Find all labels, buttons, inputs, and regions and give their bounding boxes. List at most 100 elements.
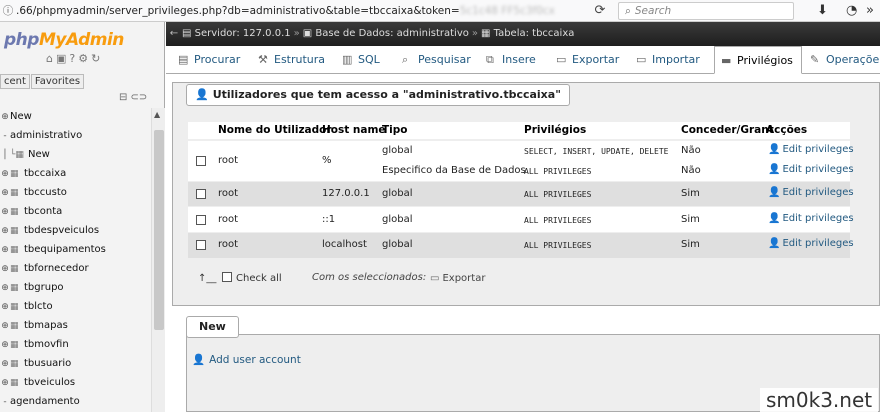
expand-icon[interactable]: ⊕ (0, 222, 10, 240)
collapse-icon[interactable]: - (0, 127, 10, 145)
tree-item-label[interactable]: tbmapas (24, 320, 68, 331)
sidebar-table-item[interactable]: ⊕▦ tbfornecedor (0, 260, 89, 278)
expand-icon[interactable]: ⊕ (0, 336, 10, 354)
expand-icon[interactable]: ⊕ (0, 279, 10, 297)
tree-item-label[interactable]: New (28, 149, 50, 160)
tab-sql[interactable]: ▥ SQL (336, 46, 392, 74)
info-icon[interactable]: ⓘ (0, 2, 16, 20)
breadcrumb-database[interactable]: Base de Dados: administrativo (315, 28, 468, 39)
tree-item-label[interactable]: tbveiculos (24, 377, 75, 388)
scroll-thumb[interactable] (154, 130, 164, 330)
header-grant[interactable]: Conceder/Grant (681, 122, 774, 139)
tab-privileges[interactable]: ▬ Privilégios (714, 46, 802, 74)
sidebar-new-item[interactable]: │ └▦ New (0, 146, 50, 164)
tab-recent[interactable]: cent (0, 74, 30, 89)
check-all-label[interactable]: Check all (236, 273, 282, 284)
expand-icon[interactable]: ⊕ (0, 184, 10, 202)
tree-item-label[interactable]: tblcto (24, 301, 53, 312)
search-input[interactable]: ⌕ Search (618, 2, 794, 20)
download-icon[interactable]: ⬇ (817, 3, 831, 19)
sidebar-table-item[interactable]: ⊕▦ tbgrupo (0, 279, 64, 297)
tree-item-label[interactable]: tbequipamentos (24, 244, 106, 255)
sidebar-database-item[interactable]: - administrativo (0, 127, 82, 145)
reload-nav-icon[interactable]: ↻ (91, 52, 103, 65)
sidebar-table-item[interactable]: ⊕▦ tbveiculos (0, 374, 75, 392)
row-checkbox[interactable] (196, 240, 206, 250)
scrollbar[interactable]: ▲ (151, 108, 165, 412)
breadcrumb-table[interactable]: Tabela: tbccaixa (494, 28, 575, 39)
collapse-icon[interactable]: ⊟ ⊂⊃ (119, 92, 147, 103)
sidebar-table-item[interactable]: ⊕▦ tblcto (0, 298, 53, 316)
edit-privileges-link[interactable]: 👤 Edit privileges (768, 187, 854, 198)
tree-item-label[interactable]: tbfornecedor (24, 263, 89, 274)
tree-item-label[interactable]: tbusuario (24, 358, 71, 369)
url-text: .66/phpmyadmin/server_privileges.php?db=… (16, 5, 460, 17)
edit-privileges-link[interactable]: 👤 Edit privileges (768, 144, 854, 155)
tree-item-label[interactable]: tbgrupo (24, 282, 64, 293)
add-user-account-link[interactable]: 👤 Add user account (192, 353, 301, 366)
tree-item-label[interactable]: tbconta (24, 206, 62, 217)
more-icon[interactable]: » (866, 3, 880, 19)
sidebar-database-item[interactable]: - agendamento (0, 393, 80, 411)
cell-user: root (218, 188, 239, 199)
collapse-icon[interactable]: - (0, 393, 10, 411)
tree-item-label[interactable]: tbccusto (24, 187, 67, 198)
tree-item-label[interactable]: agendamento (10, 396, 80, 407)
sidebar-table-item[interactable]: ⊕▦ tbdespveiculos (0, 222, 99, 240)
header-privileges[interactable]: Privilégios (524, 122, 586, 139)
header-type[interactable]: Tipo (382, 122, 408, 139)
edit-privileges-link[interactable]: 👤 Edit privileges (768, 213, 854, 224)
sidebar-table-item[interactable]: ⊕▦ tbconta (0, 203, 62, 221)
edit-privileges-link[interactable]: 👤 Edit privileges (768, 164, 854, 175)
tab-insert[interactable]: ⧉ Insere (480, 46, 546, 74)
tree-item-label[interactable]: tbmovfin (24, 339, 69, 350)
sidebar-table-item[interactable]: ⊕▦ tbusuario (0, 355, 71, 373)
sidebar-table-item[interactable]: ⊕▦ tbccusto (0, 184, 67, 202)
tree-item-label[interactable]: tbdespveiculos (24, 225, 99, 236)
phpmyadmin-logo[interactable]: phpMyAdmin (4, 30, 124, 50)
tab-browse[interactable]: ▤ Procurar (172, 46, 248, 74)
edit-privileges-link[interactable]: 👤 Edit privileges (768, 238, 854, 249)
sidebar-new-item[interactable]: ⊕New (0, 108, 32, 126)
tree-item-label[interactable]: administrativo (10, 130, 82, 141)
sidebar-table-item[interactable]: ⊕▦ tbequipamentos (0, 241, 106, 259)
expand-icon[interactable]: ⊕ (0, 260, 10, 278)
tab-export[interactable]: ▭ Exportar (550, 46, 626, 74)
row-checkbox[interactable] (196, 215, 206, 225)
expand-icon[interactable]: ⊕ (0, 203, 10, 221)
check-all-checkbox[interactable] (222, 272, 232, 282)
row-checkbox[interactable] (196, 156, 206, 166)
expand-icon[interactable]: ⊕ (0, 298, 10, 316)
sidebar-table-item[interactable]: ⊕▦ tbmovfin (0, 336, 69, 354)
sidebar-table-item[interactable]: ⊕▦ tbmapas (0, 317, 68, 335)
settings-icon[interactable]: ⚙ (78, 52, 91, 65)
with-selected-label: Com os seleccionados: (312, 272, 427, 283)
header-user[interactable]: Nome do Utilizador (218, 122, 332, 139)
back-arrow-icon[interactable]: ← (166, 22, 182, 46)
tab-favorites[interactable]: Favorites (30, 74, 85, 89)
expand-icon[interactable]: ⊕ (0, 165, 10, 183)
scroll-up-icon[interactable]: ▲ (154, 110, 160, 119)
expand-icon[interactable]: ⊕ (0, 317, 10, 335)
row-checkbox[interactable] (196, 189, 206, 199)
address-bar[interactable]: ⓘ .66/phpmyadmin/server_privileges.php?db… (0, 2, 580, 20)
help-icon[interactable]: ? (69, 52, 78, 65)
sidebar-table-item[interactable]: ⊕▦ tbccaixa (0, 165, 66, 183)
export-button[interactable]: ▭ Exportar (430, 273, 485, 284)
logout-icon[interactable]: ▣ (56, 52, 69, 65)
expand-icon[interactable]: ⊕ (0, 374, 10, 392)
tab-operations[interactable]: ✎ Operaçõe (804, 46, 880, 74)
tab-import[interactable]: ▭ Importar (630, 46, 712, 74)
expand-icon[interactable]: ⊕ (0, 355, 10, 373)
check-all-control[interactable]: ↑__ Check all (198, 272, 282, 284)
breadcrumb-server[interactable]: Servidor: 127.0.0.1 (195, 28, 291, 39)
tab-structure[interactable]: ⚒ Estrutura (252, 46, 332, 74)
expand-icon[interactable]: ⊕ (0, 241, 10, 259)
reload-icon[interactable]: ⟳ (592, 3, 608, 19)
home-icon[interactable]: ⌂ (46, 52, 56, 65)
tab-search[interactable]: ⌕ Pesquisar (396, 46, 476, 74)
header-host[interactable]: Host name (322, 122, 386, 139)
tree-item-label[interactable]: New (10, 111, 32, 122)
tree-item-label[interactable]: tbccaixa (24, 168, 66, 179)
dashboard-icon[interactable]: ◔ (846, 3, 860, 19)
